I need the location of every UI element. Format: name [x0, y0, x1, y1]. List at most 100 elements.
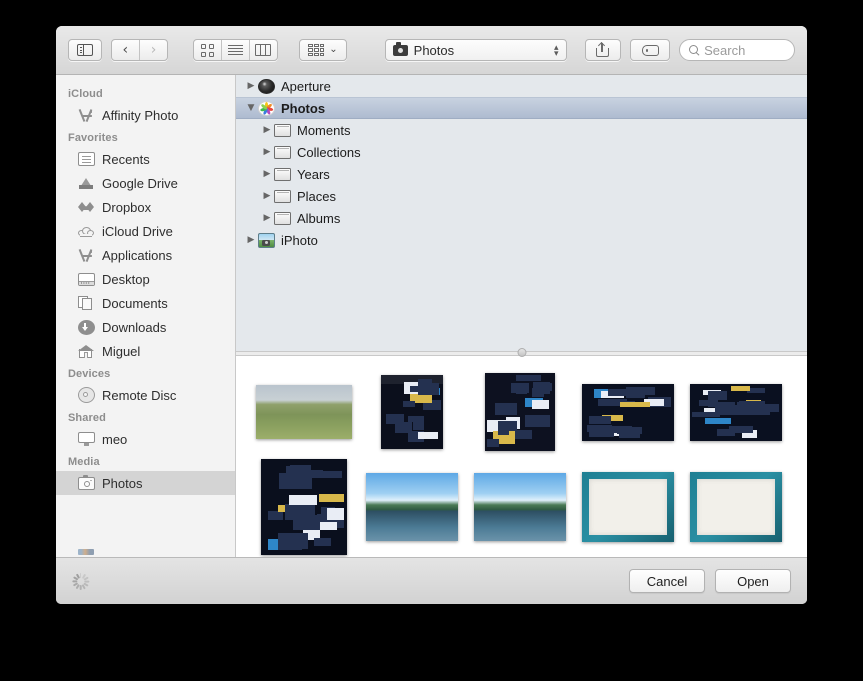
documents-icon [78, 296, 95, 311]
sidebar-item-label: Documents [102, 296, 168, 311]
sidebar-item-label: Desktop [102, 272, 150, 287]
sidebar-item-downloads[interactable]: Downloads [56, 315, 235, 339]
sidebar[interactable]: iCloud Affinity Photo Favorites Recents Goog… [56, 75, 236, 557]
navigation-segmented-control[interactable]: ‹ › [111, 39, 168, 61]
thumbnail-cell[interactable] [682, 461, 790, 553]
content-pane: ▶ Aperture ▼ Photos ▶ Moments ▶ Collections ▶ Yea… [236, 75, 807, 557]
tree-row[interactable]: ▶ Aperture [236, 75, 807, 97]
tree-disclosure-triangle[interactable]: ▶ [260, 169, 274, 179]
tree-disclosure-triangle[interactable]: ▶ [244, 235, 258, 245]
folder-icon [274, 146, 291, 159]
thumbnail-cell[interactable] [250, 461, 358, 553]
photo-thumbnail[interactable] [366, 473, 458, 541]
sidebar-item-photos[interactable]: Photos [56, 471, 235, 495]
sidebar-item-remote-disc[interactable]: Remote Disc [56, 383, 235, 407]
photo-thumbnail[interactable] [261, 459, 347, 555]
tree-disclosure-triangle[interactable]: ▶ [260, 147, 274, 157]
dropbox-icon [78, 200, 95, 214]
thumbnail-cell[interactable] [574, 366, 682, 458]
sidebar-item-label: Google Drive [102, 176, 178, 191]
tree-row-label: Places [297, 189, 336, 204]
tag-button[interactable] [630, 39, 670, 61]
search-field[interactable]: Search [679, 39, 795, 61]
photo-thumbnail[interactable] [381, 375, 443, 449]
sidebar-item-miguel[interactable]: Miguel [56, 339, 235, 363]
tree-row[interactable]: ▶ Collections [236, 141, 807, 163]
tree-disclosure-triangle[interactable]: ▶ [260, 191, 274, 201]
cancel-button[interactable]: Cancel [629, 569, 705, 593]
stepper-chevrons-icon: ▴ ▾ [554, 44, 559, 56]
list-view-button[interactable] [222, 40, 250, 60]
tree-row-label: Aperture [281, 79, 331, 94]
photo-thumbnail[interactable] [582, 472, 674, 542]
sidebar-item-google-drive[interactable]: Google Drive [56, 171, 235, 195]
tree-row-label: Years [297, 167, 330, 182]
open-button[interactable]: Open [715, 569, 791, 593]
thumbnail-cell[interactable] [358, 366, 466, 458]
sidebar-item-label: iCloud Drive [102, 224, 173, 239]
tree-row[interactable]: ▶ Years [236, 163, 807, 185]
google-drive-icon [78, 176, 95, 190]
chevron-left-icon: ‹ [123, 43, 129, 57]
source-tree[interactable]: ▶ Aperture ▼ Photos ▶ Moments ▶ Collections ▶ Yea… [236, 75, 807, 351]
display-icon [78, 432, 95, 446]
column-view-button[interactable] [250, 40, 278, 60]
path-popup-label: Photos [414, 43, 548, 58]
thumbnail-cell[interactable] [358, 461, 466, 553]
aperture-icon [258, 79, 275, 94]
sidebar-item-label: Applications [102, 248, 172, 263]
tree-row[interactable]: ▶ iPhoto [236, 229, 807, 251]
splitter-grip-handle[interactable] [517, 348, 526, 357]
grid-icon [201, 44, 214, 57]
tree-disclosure-triangle[interactable]: ▶ [260, 213, 274, 223]
icon-view-button[interactable] [194, 40, 222, 60]
view-mode-segmented-control[interactable] [193, 39, 278, 61]
pane-splitter[interactable] [236, 351, 807, 356]
sidebar-item-desktop[interactable]: Desktop [56, 267, 235, 291]
thumbnail-grid[interactable] [236, 356, 807, 557]
thumbnail-cell[interactable] [466, 461, 574, 553]
sidebar-icon [77, 44, 93, 56]
thumbnail-cell[interactable] [250, 366, 358, 458]
tree-row[interactable]: ▶ Albums [236, 207, 807, 229]
sidebar-item-icloud-drive[interactable]: iCloud Drive [56, 219, 235, 243]
tree-disclosure-triangle[interactable]: ▶ [260, 125, 274, 135]
tree-disclosure-triangle[interactable]: ▶ [244, 81, 258, 91]
sidebar-item-meo[interactable]: meo [56, 427, 235, 451]
columns-icon [255, 44, 271, 56]
photo-thumbnail[interactable] [485, 373, 555, 451]
sidebar-item-label: Dropbox [102, 200, 151, 215]
sidebar-section-header: Media [56, 451, 235, 471]
forward-button[interactable]: › [140, 40, 168, 60]
dialog-body: iCloud Affinity Photo Favorites Recents Goog… [56, 75, 807, 557]
sidebar-item-label: Affinity Photo [102, 108, 178, 123]
photo-thumbnail[interactable] [690, 472, 782, 542]
tree-row-label: Moments [297, 123, 350, 138]
tree-row-label: Collections [297, 145, 361, 160]
sidebar-item-documents[interactable]: Documents [56, 291, 235, 315]
tree-row[interactable]: ▼ Photos [236, 97, 807, 119]
photo-thumbnail[interactable] [474, 473, 566, 541]
share-button[interactable] [585, 39, 621, 61]
photo-thumbnail[interactable] [256, 385, 352, 439]
back-button[interactable]: ‹ [112, 40, 140, 60]
tree-row[interactable]: ▶ Places [236, 185, 807, 207]
tree-disclosure-triangle[interactable]: ▼ [244, 103, 258, 113]
photo-thumbnail[interactable] [690, 384, 782, 441]
thumbnail-cell[interactable] [682, 366, 790, 458]
thumbnail-row [250, 461, 793, 556]
arrange-button[interactable]: ⌄ [299, 39, 346, 61]
tree-row[interactable]: ▶ Moments [236, 119, 807, 141]
thumbnail-cell[interactable] [466, 366, 574, 458]
sidebar-item-label: Downloads [102, 320, 166, 335]
photo-thumbnail[interactable] [582, 384, 674, 441]
path-popup-button[interactable]: Photos ▴ ▾ [385, 39, 567, 61]
sidebar-item-affinity-photo[interactable]: Affinity Photo [56, 103, 235, 127]
thumbnail-cell[interactable] [574, 461, 682, 553]
sidebar-item-applications[interactable]: Applications [56, 243, 235, 267]
sidebar-item-dropbox[interactable]: Dropbox [56, 195, 235, 219]
sidebar-item-recents[interactable]: Recents [56, 147, 235, 171]
sidebar-section-header: Shared [56, 407, 235, 427]
folder-icon [274, 168, 291, 181]
sidebar-toggle-button[interactable] [68, 39, 102, 61]
